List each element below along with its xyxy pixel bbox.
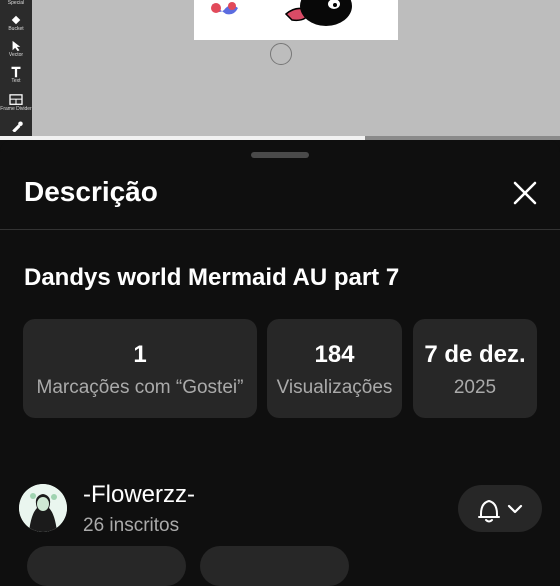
publish-date: 7 de dez. — [424, 341, 526, 368]
tool-eyedropper[interactable] — [0, 120, 32, 132]
drawing-artwork — [211, 0, 352, 26]
views-label: Visualizações — [276, 377, 393, 398]
views-stat: 184 Visualizações — [267, 319, 402, 418]
tool-text[interactable]: Text — [0, 66, 32, 84]
tool-label: Vector — [8, 52, 24, 58]
publish-year: 2025 — [453, 377, 497, 398]
video-title: Dandys world Mermaid AU part 7 — [24, 264, 400, 291]
frame-divider-icon — [9, 94, 23, 105]
likes-label: Marcações com “Gostei” — [36, 377, 244, 398]
eyedropper-icon — [12, 121, 23, 132]
views-count: 184 — [314, 341, 355, 368]
tool-label: Special — [7, 0, 25, 6]
action-chip-1[interactable] — [27, 546, 186, 586]
date-stat: 7 de dez. 2025 — [413, 319, 537, 418]
text-tool-icon — [11, 66, 21, 78]
divider — [0, 229, 560, 230]
tool-special[interactable]: Special — [0, 0, 32, 6]
close-icon — [513, 181, 537, 205]
likes-count: 1 — [133, 341, 147, 368]
canvas-cursor-ring — [270, 43, 292, 65]
drag-handle[interactable] — [251, 152, 309, 158]
action-chip-2[interactable] — [200, 546, 349, 586]
notifications-button[interactable] — [458, 485, 542, 532]
subscriber-count: 26 inscritos — [83, 515, 180, 536]
likes-stat: 1 Marcações com “Gostei” — [23, 319, 257, 418]
tool-bucket[interactable]: Bucket — [0, 14, 32, 32]
bucket-icon — [11, 15, 21, 25]
tool-sidebar: Special Bucket Vector Text Frame Divider — [0, 0, 32, 140]
drawing-canvas[interactable] — [194, 0, 398, 40]
cursor-arrow-icon — [12, 40, 21, 52]
bell-chevron-icon — [478, 500, 523, 523]
close-button[interactable] — [508, 176, 542, 210]
channel-avatar[interactable] — [19, 484, 67, 532]
drawing-app-area: Special Bucket Vector Text Frame Divider — [0, 0, 560, 140]
tool-frame-divider[interactable]: Frame Divider — [0, 94, 32, 112]
tool-label: Bucket — [8, 26, 24, 32]
tool-label: Frame Divider — [0, 106, 32, 112]
sheet-title: Descrição — [24, 176, 158, 207]
tool-vector[interactable]: Vector — [0, 40, 32, 58]
description-sheet: Descrição Dandys world Mermaid AU part 7… — [0, 140, 560, 586]
tool-label: Text — [11, 78, 21, 84]
avatar-image — [19, 484, 67, 532]
channel-name[interactable]: -Flowerzz- — [83, 481, 195, 509]
